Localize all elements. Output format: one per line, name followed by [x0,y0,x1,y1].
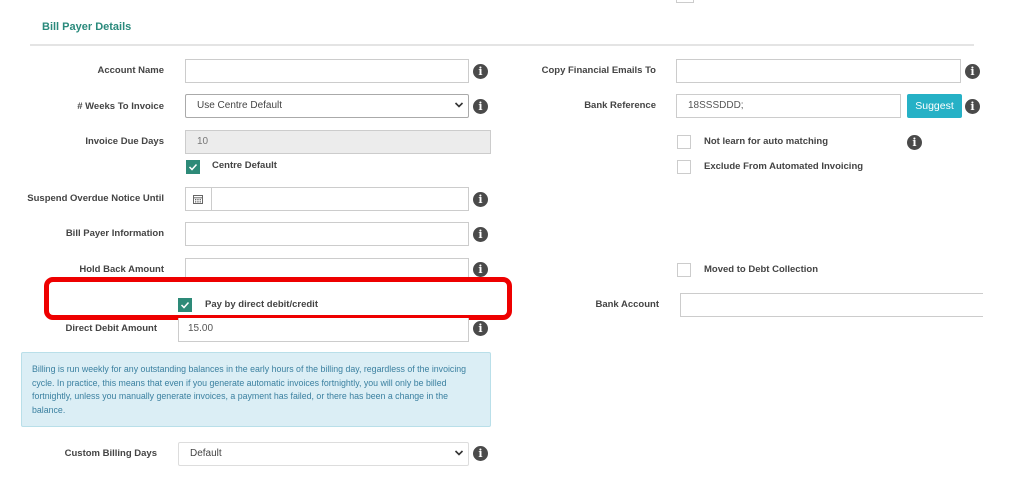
bank-reference-info-icon[interactable]: i [965,99,980,114]
bank-reference-label: Bank Reference [584,100,656,111]
invoice-due-days-label: Invoice Due Days [85,136,164,147]
direct-debit-amount-input[interactable]: 15.00 [178,318,469,342]
bank-reference-input[interactable]: 18SSSDDD; [676,94,901,118]
highlight-annotation [44,277,512,320]
check-icon [188,163,198,171]
centre-default-label: Centre Default [212,160,277,171]
hold-back-amount-info-icon[interactable]: i [473,262,488,277]
exclude-invoicing-checkbox[interactable] [677,160,691,174]
section-divider [30,44,974,46]
account-name-label: Account Name [97,65,164,76]
bank-account-input[interactable] [680,293,983,317]
not-learn-info-icon[interactable]: i [907,135,922,150]
hold-back-amount-value [186,264,197,275]
not-learn-checkbox[interactable] [677,135,691,149]
moved-debt-checkbox[interactable] [677,263,691,277]
suspend-overdue-label: Suspend Overdue Notice Until [27,193,164,204]
not-learn-label: Not learn for auto matching [704,136,829,147]
custom-billing-days-select[interactable]: Default [178,442,469,466]
bank-account-label: Bank Account [595,299,659,310]
copy-emails-label: Copy Financial Emails To [541,65,656,76]
top-edge-element [676,0,694,3]
weeks-to-invoice-label: # Weeks To Invoice [77,101,164,112]
copy-emails-info-icon[interactable]: i [965,64,980,79]
bill-payer-info-info-icon[interactable]: i [473,227,488,242]
account-name-input[interactable] [185,59,469,83]
suggest-button[interactable]: Suggest [907,94,962,118]
section-title: Bill Payer Details [42,21,132,33]
billing-notice: Billing is run weekly for any outstandin… [21,352,491,427]
direct-debit-amount-info-icon[interactable]: i [473,321,488,336]
custom-billing-days-value: Default [190,448,222,459]
custom-billing-days-label: Custom Billing Days [64,448,157,459]
billing-notice-text: Billing is run weekly for any outstandin… [32,364,467,415]
copy-emails-input[interactable] [676,59,961,83]
bill-payer-info-label: Bill Payer Information [65,228,164,239]
calendar-icon[interactable] [193,194,203,204]
invoice-due-days-value: 10 [197,136,209,147]
invoice-due-days-input[interactable]: 10 [185,130,491,154]
bank-account-value [681,299,692,310]
date-addon-divider [211,187,212,211]
suspend-overdue-date-input[interactable] [185,187,469,211]
account-name-info-icon[interactable]: i [473,64,488,79]
bank-reference-value: 18SSSDDD; [688,100,744,111]
direct-debit-amount-label: Direct Debit Amount [65,323,157,334]
hold-back-amount-label: Hold Back Amount [79,264,164,275]
weeks-to-invoice-value: Use Centre Default [197,100,283,111]
bill-payer-info-input[interactable] [185,222,469,246]
suspend-overdue-info-icon[interactable]: i [473,192,488,207]
bill-payer-info-value [186,228,197,239]
centre-default-checkbox[interactable] [186,160,200,174]
account-name-value [186,65,197,76]
moved-debt-label: Moved to Debt Collection [704,264,818,275]
copy-emails-value [677,65,688,76]
custom-billing-days-info-icon[interactable]: i [473,446,488,461]
weeks-to-invoice-info-icon[interactable]: i [473,99,488,114]
direct-debit-amount-value: 15.00 [188,323,214,334]
chevron-down-icon [454,102,464,108]
weeks-to-invoice-select[interactable]: Use Centre Default [185,94,469,118]
chevron-down-icon [454,450,464,456]
exclude-invoicing-label: Exclude From Automated Invoicing [704,161,864,172]
